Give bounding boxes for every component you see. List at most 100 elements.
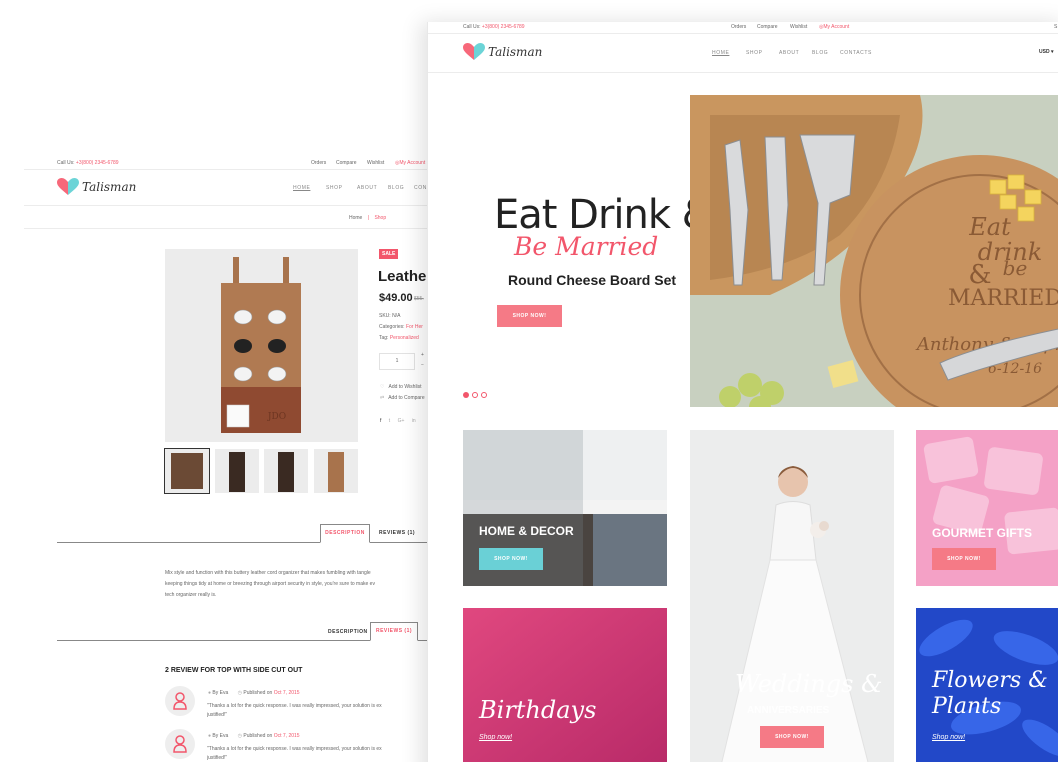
avatar [165,729,195,759]
gourmet-shop-button[interactable]: SHOP NOW! [932,548,996,570]
slider-dot-active[interactable] [463,392,469,398]
nav-contacts[interactable]: Contacts [840,50,872,56]
topbar-phone[interactable]: +3(800) 2345-6789 [76,160,119,166]
tag-link[interactable]: Personalized [390,335,419,341]
breadcrumb-home[interactable]: Home [349,215,362,221]
product-categories: Categories: For Her [379,324,423,330]
compare-icon: ⇄ [380,395,385,401]
review-text: "Thanks a lot for the quick response. I … [207,746,382,761]
user-avatar-icon [173,735,187,753]
tab-description[interactable]: DESCRIPTION [320,524,370,543]
review-meta: ● By Eva ◷ Published on Oct 7, 2015 [208,733,300,739]
qty-up-icon[interactable]: + [421,352,424,358]
heart-icon: ♡ [380,384,385,390]
anniversaries-title: ANNIVERSARIES [747,705,830,716]
divider [428,72,1058,73]
heart-logo-icon [463,43,485,60]
tile-weddings[interactable]: Weddings & ANNIVERSARIES SHOP NOW! [690,430,894,762]
plants-title: Plants [932,694,1002,719]
tab-reviews[interactable]: REVIEWS (1) [379,530,415,536]
topbar-link-wishlist[interactable]: Wishlist [790,24,807,30]
thumbnail-4[interactable] [314,449,358,493]
birthdays-title: Birthdays [479,696,597,724]
board-text: MARRIED [948,286,1058,311]
topbar-link-compare[interactable]: Compare [757,24,778,30]
birthdays-shop-link[interactable]: Shop now! [479,734,512,741]
divider [428,33,1058,34]
tab-description-2[interactable]: DESCRIPTION [328,629,368,635]
clock-icon: ◷ [237,690,243,696]
thumbnail-3[interactable] [264,449,308,493]
topbar-call: Call Us: +3(800) 2345-6789 [57,160,119,166]
currency-select[interactable]: USD ▾ [1039,49,1053,55]
breadcrumb: Home | Shop [349,215,387,221]
flowers-shop-link[interactable]: Shop now! [932,734,965,741]
slider-dot[interactable] [481,392,487,398]
topbar-phone[interactable]: +3(800) 2345-6789 [482,24,525,30]
nav-home[interactable]: Home [293,185,310,191]
user-small-icon: ● [208,733,212,739]
topbar-link-wishlist[interactable]: Wishlist [367,160,384,166]
social-share: f t G+ in [380,418,416,424]
facebook-icon[interactable]: f [380,418,381,424]
breadcrumb-current: Shop [374,215,387,221]
category-link[interactable]: For Her [406,324,423,330]
nav-blog[interactable]: Blog [812,50,828,56]
user-avatar-icon [173,692,187,710]
board-text: Eat [968,213,1011,241]
tile-gourmet-gifts[interactable]: GOURMET GIFTS SHOP NOW! [916,430,1058,586]
product-sku: SKU: N/A [379,313,401,319]
topbar-call: Call Us: +3(800) 2345-6789 [463,24,525,30]
thumbnail-1[interactable] [164,448,210,494]
linkedin-icon[interactable]: in [412,418,416,424]
hero-line-3: Round Cheese Board Set [508,272,677,288]
add-to-wishlist[interactable]: ♡ Add to Wishlist [380,384,422,390]
divider [24,169,428,170]
nav-contacts[interactable]: Con [414,185,427,191]
review-meta: ● By Eva ◷ Published on Oct 7, 2015 [208,690,300,696]
quantity-input[interactable]: 1 [379,353,415,370]
divider [24,205,428,206]
nav-about[interactable]: About [357,185,377,191]
reviews-heading: 2 REVIEW FOR TOP WITH SIDE CUT OUT [165,667,303,674]
flowers-title: Flowers & [932,668,1048,693]
topbar-link-orders[interactable]: Orders [731,24,746,30]
product-old-price: $55. [414,296,424,302]
topbar-extra[interactable]: S [1054,24,1057,30]
logo[interactable]: Talisman [463,43,542,66]
hero-shop-now-button[interactable]: SHOP NOW! [497,305,562,327]
home-decor-shop-button[interactable]: SHOP NOW! [479,548,543,570]
heart-logo-icon [57,178,79,195]
review-text: "Thanks a lot for the quick response. I … [207,703,382,718]
weddings-shop-button[interactable]: SHOP NOW! [760,726,824,748]
tile-birthdays[interactable]: Birthdays Shop now! [463,608,667,762]
twitter-icon[interactable]: t [389,418,390,424]
tab-reviews-2[interactable]: REVIEWS (1) [370,622,418,641]
slider-dot[interactable] [472,392,478,398]
qty-down-icon[interactable]: − [421,362,424,368]
logo[interactable]: Talisman [57,178,136,201]
thumbnail-2[interactable] [215,449,259,493]
topbar-link-account[interactable]: ◎My Account [395,160,425,166]
divider [24,228,428,229]
nav-shop[interactable]: Shop [746,50,763,56]
product-image[interactable]: JDO [165,249,358,442]
tile-flowers[interactable]: Flowers & Plants Shop now! [916,608,1058,762]
nav-about[interactable]: About [779,50,799,56]
tile-home-decor[interactable]: HOME & DECOR SHOP NOW! [463,430,667,586]
product-tags: Tag: Personalized [379,335,419,341]
nav-home[interactable]: Home [712,50,729,56]
leather-organizer-image: JDO [221,257,301,433]
sale-badge: SALE [379,249,399,259]
google-plus-icon[interactable]: G+ [398,418,405,424]
topbar-link-compare[interactable]: Compare [336,160,357,166]
topbar-link-orders[interactable]: Orders [311,160,326,166]
topbar-link-account[interactable]: ◎My Account [819,24,849,30]
clock-icon: ◷ [237,733,243,739]
weddings-title: Weddings & [735,670,883,698]
slider-dots [463,385,487,403]
add-to-compare[interactable]: ⇄ Add to Compare [380,395,425,401]
product-price: $49.00 [379,292,413,304]
nav-blog[interactable]: Blog [388,185,404,191]
nav-shop[interactable]: Shop [326,185,343,191]
